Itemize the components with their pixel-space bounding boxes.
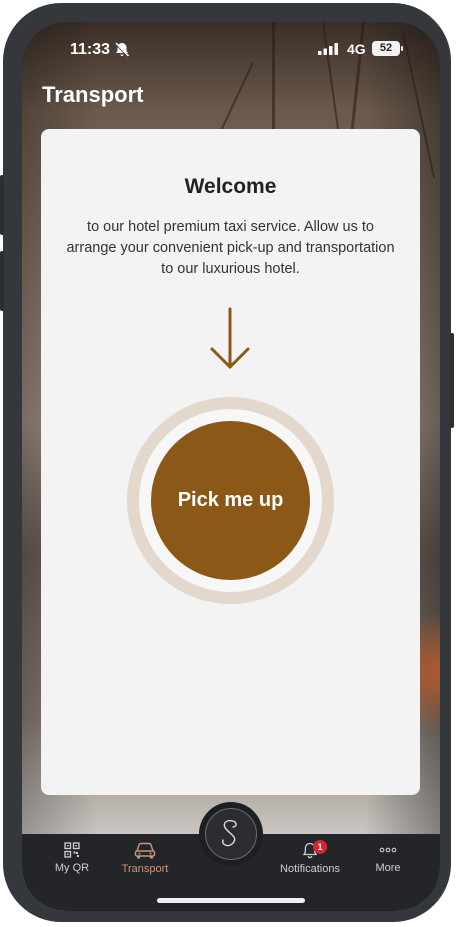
- pick-me-up-button[interactable]: Pick me up: [151, 421, 310, 580]
- home-indicator: [157, 898, 305, 903]
- page-title: Transport: [42, 82, 144, 107]
- status-bar: 11:33 4G 52: [22, 22, 440, 72]
- signal-icon: [318, 43, 338, 55]
- power-button: [450, 333, 454, 428]
- qr-code-icon: [64, 842, 80, 858]
- center-logo-button[interactable]: [205, 808, 257, 860]
- welcome-description: to our hotel premium taxi service. Allow…: [66, 219, 395, 277]
- tab-notifications[interactable]: Notifications: [272, 842, 348, 875]
- volume-down-button: [0, 251, 4, 311]
- tab-transport[interactable]: Transport: [110, 842, 180, 875]
- logo-icon: [222, 819, 237, 847]
- tab-label: Notifications: [280, 863, 340, 875]
- notifications-badge: 1: [313, 840, 327, 854]
- tab-label: Transport: [121, 863, 169, 875]
- tab-label: More: [375, 862, 401, 874]
- status-time: 11:33: [70, 41, 111, 58]
- network-type: 4G: [347, 41, 366, 57]
- volume-up-button: [0, 175, 4, 235]
- phone-frame: 11:33 4G 52 Transport Welcome to our hot…: [0, 3, 454, 922]
- car-icon: [134, 842, 156, 859]
- more-dots-icon: [379, 847, 397, 853]
- welcome-heading: Welcome: [184, 175, 277, 198]
- welcome-card: Welcome to our hotel premium taxi servic…: [41, 129, 420, 795]
- tab-more[interactable]: More: [368, 842, 408, 874]
- tab-label: My QR: [54, 862, 90, 874]
- battery-indicator: 52: [372, 41, 403, 56]
- tab-my-qr[interactable]: My QR: [48, 842, 96, 874]
- screen: 11:33 4G 52 Transport Welcome to our hot…: [22, 22, 440, 911]
- arrow-down-icon: [210, 307, 250, 369]
- silent-mode-icon: [115, 42, 130, 57]
